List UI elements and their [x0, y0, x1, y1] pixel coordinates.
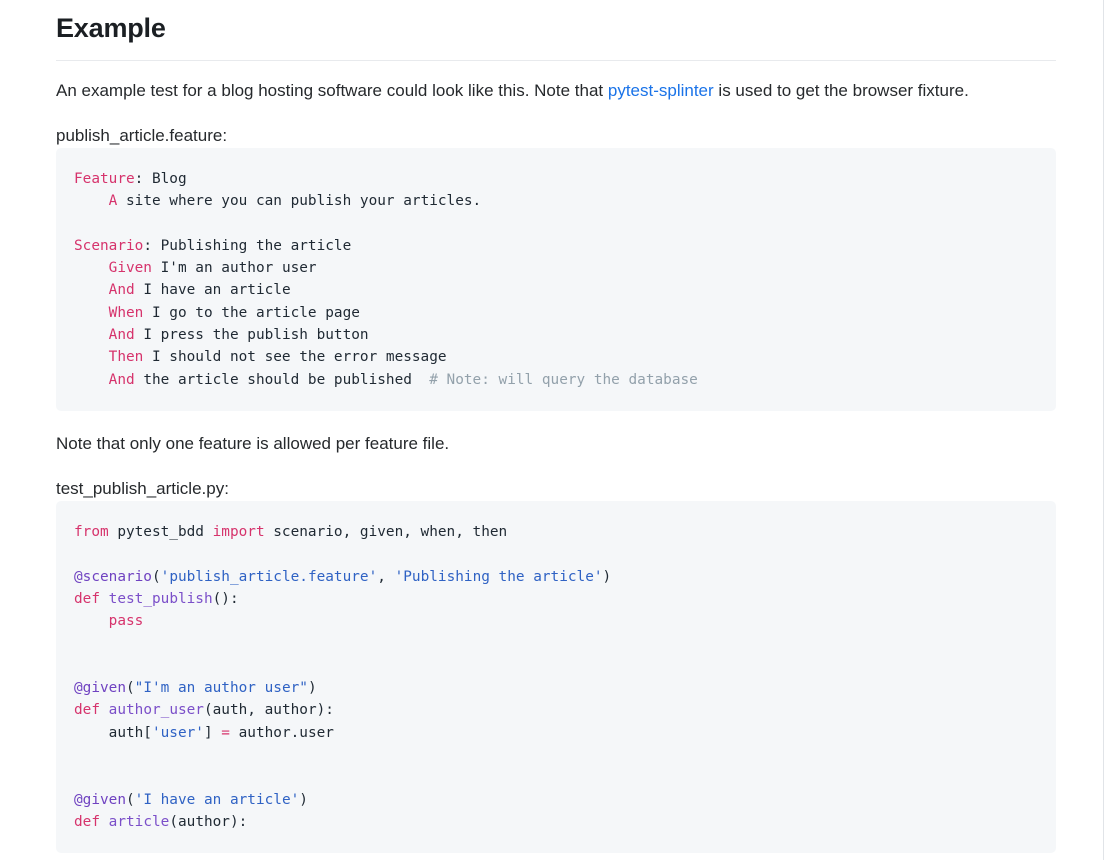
code-token: )	[299, 791, 308, 808]
code-token: I go to the article page	[143, 304, 360, 321]
intro-text-before-link: An example test for a blog hosting softw…	[56, 81, 608, 100]
code-token: 'publish_article.feature'	[160, 568, 378, 585]
pytest-splinter-link[interactable]: pytest-splinter	[608, 81, 714, 100]
feature-note-paragraph: Note that only one feature is allowed pe…	[56, 433, 450, 453]
code-token: site where you can publish your articles…	[117, 193, 482, 210]
code-token: )	[307, 680, 317, 697]
code-token: And	[108, 327, 135, 344]
code-token: def	[74, 590, 100, 607]
code-token: test_publish	[108, 590, 213, 607]
code-token: scenario, given, when, then	[264, 523, 508, 540]
code-token: @given	[74, 680, 126, 697]
code-token: 'user'	[151, 724, 204, 741]
python-file-caption: test_publish_article.py:	[56, 478, 229, 498]
intro-paragraph: An example test for a blog hosting softw…	[56, 61, 1050, 103]
content-column: Example An example test for a blog hosti…	[0, 0, 1104, 854]
code-token: 'Publishing the article'	[394, 568, 603, 585]
code-token: ]	[203, 724, 222, 741]
code-token: article	[108, 813, 170, 830]
code-token: def	[74, 702, 100, 719]
code-token: def	[74, 813, 100, 830]
code-token: Feature	[74, 171, 135, 187]
code-token: (author):	[169, 813, 248, 830]
code-token: Then	[108, 349, 144, 366]
code-token: (	[125, 680, 135, 697]
code-token: And	[108, 282, 135, 299]
code-token: When	[108, 304, 144, 321]
code-token: import	[212, 523, 265, 540]
code-token: =	[221, 724, 230, 741]
page-title: Example	[56, 13, 166, 43]
code-token: : Blog	[134, 171, 187, 187]
python-code-block[interactable]: from pytest_bdd import scenario, given, …	[56, 500, 1056, 854]
code-token: ():	[212, 590, 239, 607]
code-token: pytest_bdd	[108, 523, 213, 540]
code-token: Given	[108, 260, 152, 277]
code-token: "I'm an author user"	[134, 680, 308, 697]
code-token: ,	[377, 568, 395, 585]
code-token: (	[125, 791, 135, 808]
code-token: @given	[74, 791, 126, 808]
code-token: (auth, author):	[203, 702, 334, 719]
code-token: I press the publish button	[134, 327, 369, 344]
intro-text-after-link: is used to get the browser fixture.	[713, 81, 969, 100]
code-token: author.user	[229, 724, 334, 741]
code-token: @scenario	[74, 568, 152, 585]
code-token: : Publishing the article	[143, 237, 352, 254]
code-token: the article should be published	[134, 371, 430, 388]
code-token: auth[	[74, 724, 152, 741]
code-token: author_user	[108, 702, 204, 719]
code-token: I should not see the error message	[143, 349, 447, 366]
gherkin-code-block[interactable]: Feature: Blog A site where you can publi…	[56, 148, 1056, 411]
code-token: 'I have an article'	[134, 791, 300, 808]
code-token: Scenario	[74, 237, 144, 254]
feature-file-caption: publish_article.feature:	[56, 126, 228, 145]
code-token: )	[602, 568, 612, 585]
code-token: from	[74, 523, 109, 540]
code-token: (	[151, 568, 161, 585]
code-token: I have an article	[134, 282, 291, 299]
code-token: pass	[108, 613, 144, 630]
documentation-page: Example An example test for a blog hosti…	[0, 0, 1104, 860]
code-token: I'm an author user	[151, 260, 317, 277]
code-token: # Note: will query the database	[429, 371, 698, 388]
code-token: And	[108, 371, 135, 388]
